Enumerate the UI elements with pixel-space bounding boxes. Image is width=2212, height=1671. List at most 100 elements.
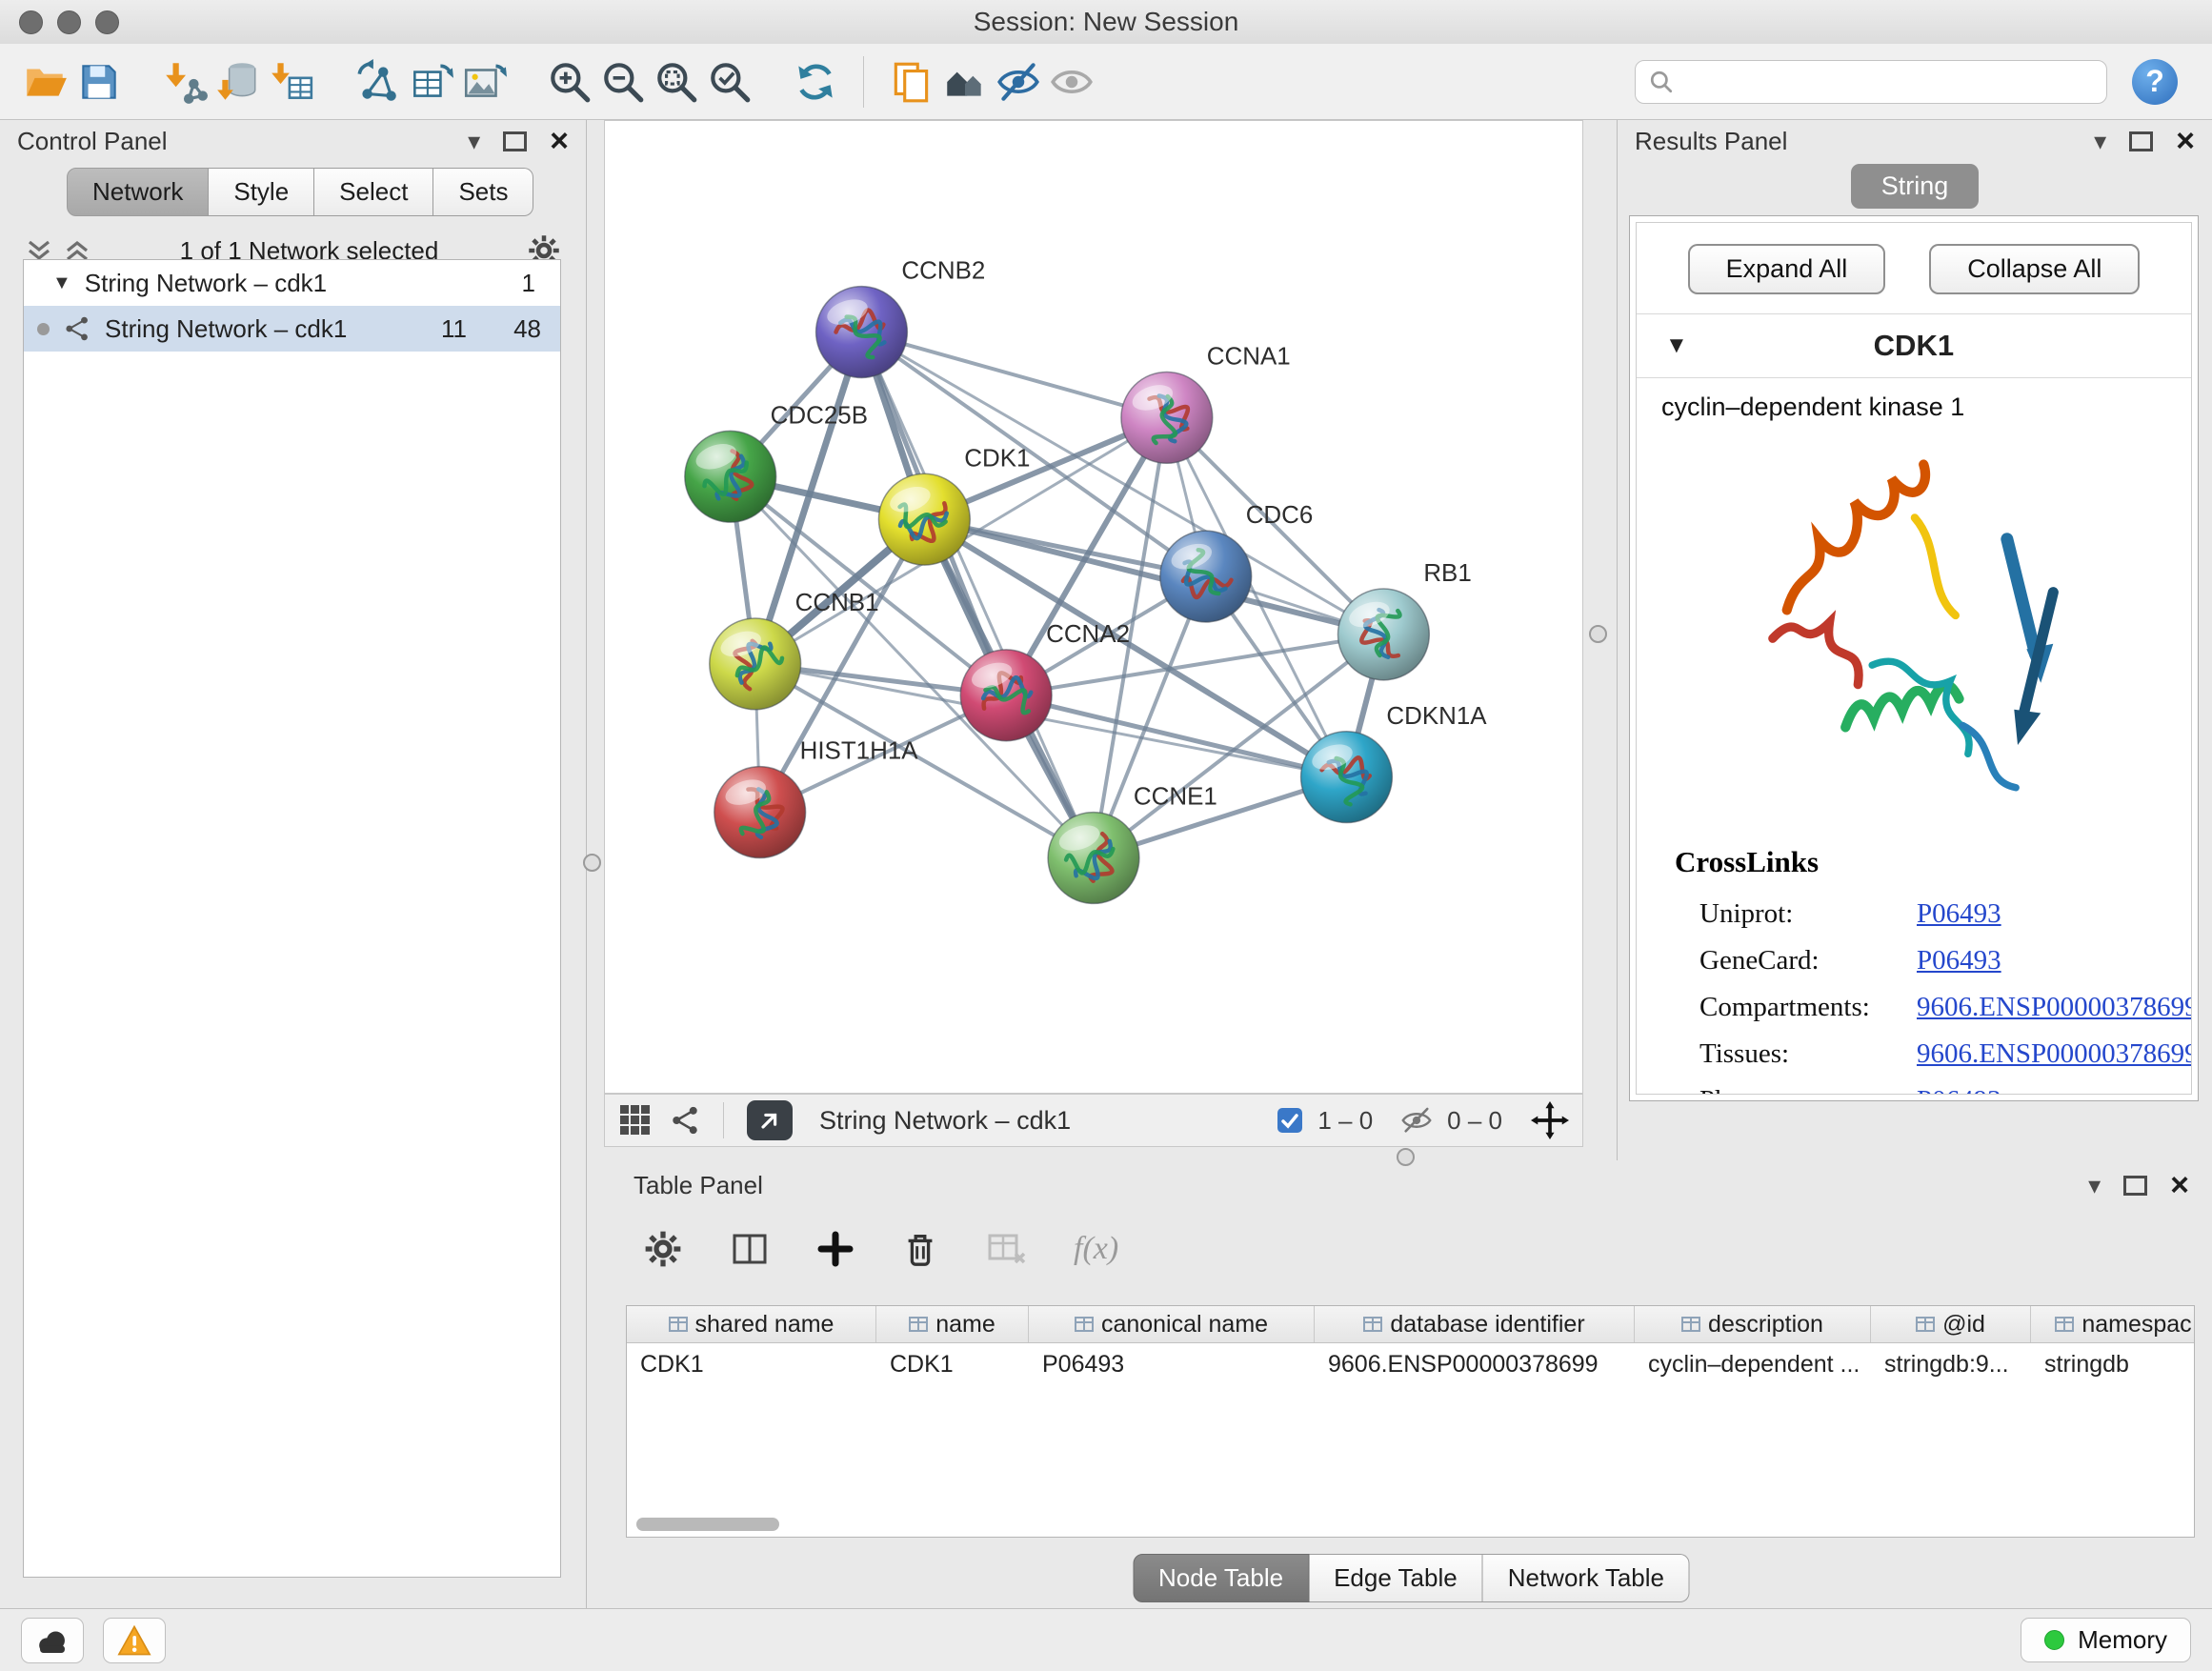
panel-maximize-icon[interactable] bbox=[2123, 1176, 2147, 1196]
hide-selected-icon[interactable] bbox=[992, 55, 1045, 109]
column-header[interactable]: shared name bbox=[627, 1306, 876, 1342]
birds-eye-view-icon[interactable] bbox=[618, 1103, 653, 1137]
open-session-icon[interactable] bbox=[19, 55, 72, 109]
column-header-label: shared name bbox=[695, 1311, 835, 1339]
panel-maximize-icon[interactable] bbox=[503, 131, 527, 151]
column-header[interactable]: canonical name bbox=[1029, 1306, 1315, 1342]
network-node-cdkn1a[interactable]: CDKN1A bbox=[1301, 703, 1488, 823]
panel-close-icon[interactable]: × bbox=[550, 125, 569, 157]
external-link-button[interactable] bbox=[747, 1100, 793, 1140]
expand-all-button[interactable]: Expand All bbox=[1688, 244, 1886, 294]
network-node-ccna1[interactable]: CCNA1 bbox=[1121, 343, 1291, 463]
cloud-button[interactable] bbox=[21, 1618, 84, 1663]
panel-close-icon[interactable]: × bbox=[2170, 1169, 2189, 1201]
network-node-rb1[interactable]: RB1 bbox=[1338, 560, 1472, 680]
warnings-button[interactable] bbox=[103, 1618, 166, 1663]
network-view-canvas[interactable]: CCNB2CCNA1CDC25BCDK1CDC6RB1CCNB1CCNA2CDK… bbox=[604, 120, 1583, 1094]
gear-icon[interactable] bbox=[643, 1229, 683, 1269]
column-header[interactable]: description bbox=[1635, 1306, 1871, 1342]
results-buttons-row: Expand All Collapse All bbox=[1637, 223, 2191, 313]
memory-button[interactable]: Memory bbox=[2021, 1618, 2191, 1662]
table-panel-header: Table Panel ▾ × bbox=[616, 1164, 2206, 1206]
column-header[interactable]: namespac bbox=[2031, 1306, 2195, 1342]
zoom-fit-icon[interactable] bbox=[650, 55, 703, 109]
network-edge[interactable] bbox=[861, 332, 1094, 858]
toolbar-separator bbox=[863, 56, 864, 108]
tab-node-table[interactable]: Node Table bbox=[1133, 1554, 1309, 1602]
tab-select[interactable]: Select bbox=[314, 168, 433, 216]
splitter-handle[interactable] bbox=[583, 854, 601, 872]
node-label: CCNB1 bbox=[795, 590, 879, 616]
network-node-ccne1[interactable]: CCNE1 bbox=[1048, 784, 1217, 904]
tab-sets[interactable]: Sets bbox=[433, 168, 533, 216]
collapse-all-button[interactable]: Collapse All bbox=[1929, 244, 2140, 294]
function-builder-icon: f(x) bbox=[1074, 1231, 1118, 1267]
crosslink-link[interactable]: P06493 bbox=[1917, 945, 2001, 976]
zoom-out-icon[interactable] bbox=[596, 55, 650, 109]
panel-float-icon[interactable]: ▾ bbox=[2088, 1173, 2101, 1198]
graphics-details-icon[interactable] bbox=[938, 55, 992, 109]
copy-document-icon[interactable] bbox=[885, 55, 938, 109]
tab-style[interactable]: Style bbox=[209, 168, 314, 216]
zoom-in-icon[interactable] bbox=[543, 55, 596, 109]
network-node-cdk1[interactable]: CDK1 bbox=[878, 445, 1030, 565]
table-toolbar: f(x) bbox=[616, 1206, 2206, 1280]
network-status-dot bbox=[37, 323, 50, 335]
save-session-icon[interactable] bbox=[72, 55, 126, 109]
import-network-database-icon[interactable] bbox=[211, 55, 265, 109]
crosslink-link[interactable]: P06493 bbox=[1917, 1085, 2001, 1095]
network-collection-row[interactable]: ▼ String Network – cdk1 1 bbox=[24, 260, 560, 306]
current-network-name: String Network – cdk1 bbox=[819, 1106, 1071, 1136]
tree-expander-icon[interactable]: ▼ bbox=[52, 272, 71, 294]
table-row[interactable]: CDK1CDK1P064939606.ENSP00000378699cyclin… bbox=[627, 1343, 2194, 1385]
node-label: RB1 bbox=[1423, 560, 1471, 587]
move-crosshair-icon[interactable] bbox=[1531, 1101, 1569, 1139]
panel-float-icon[interactable]: ▾ bbox=[468, 129, 480, 153]
table-cell: CDK1 bbox=[876, 1351, 1029, 1379]
network-node-hist1h1a[interactable]: HIST1H1A bbox=[714, 738, 918, 858]
horizontal-scrollbar[interactable] bbox=[636, 1518, 779, 1531]
network-row-selected[interactable]: String Network – cdk1 11 48 bbox=[24, 306, 560, 352]
tab-string[interactable]: String bbox=[1851, 164, 1980, 209]
show-all-icon[interactable] bbox=[1045, 55, 1098, 109]
splitter-handle[interactable] bbox=[1589, 625, 1607, 643]
export-image-icon[interactable] bbox=[457, 55, 511, 109]
column-header[interactable]: name bbox=[876, 1306, 1029, 1342]
panel-close-icon[interactable]: × bbox=[2176, 125, 2195, 157]
tab-network-table[interactable]: Network Table bbox=[1483, 1554, 1690, 1602]
refresh-icon[interactable] bbox=[789, 55, 842, 109]
panel-float-icon[interactable]: ▾ bbox=[2094, 129, 2106, 153]
column-header[interactable]: database identifier bbox=[1315, 1306, 1635, 1342]
network-edge[interactable] bbox=[924, 519, 1383, 634]
selected-checkbox-icon[interactable] bbox=[1276, 1106, 1304, 1135]
gene-section-header[interactable]: ▼ CDK1 bbox=[1637, 313, 2191, 378]
panel-maximize-icon[interactable] bbox=[2129, 131, 2153, 151]
network-from-selection-icon[interactable] bbox=[351, 55, 404, 109]
toolbar-separator bbox=[723, 1102, 724, 1138]
panel-controls: ▾ × bbox=[2088, 1169, 2189, 1201]
network-edge[interactable] bbox=[861, 332, 1166, 418]
network-graph[interactable]: CCNB2CCNA1CDC25BCDK1CDC6RB1CCNB1CCNA2CDK… bbox=[605, 121, 1582, 1093]
hidden-eye-icon[interactable] bbox=[1399, 1106, 1434, 1135]
help-icon[interactable]: ? bbox=[2132, 59, 2178, 105]
tab-network[interactable]: Network bbox=[67, 168, 209, 216]
tab-edge-table[interactable]: Edge Table bbox=[1309, 1554, 1483, 1602]
import-network-file-icon[interactable] bbox=[158, 55, 211, 109]
splitter-handle[interactable] bbox=[1397, 1148, 1415, 1166]
import-table-file-icon[interactable] bbox=[265, 55, 318, 109]
crosslink-link[interactable]: 9606.ENSP00000378699 bbox=[1917, 1038, 2192, 1070]
selected-count: 1 – 0 bbox=[1317, 1106, 1373, 1136]
search-input[interactable] bbox=[1683, 66, 2093, 97]
share-network-icon[interactable] bbox=[670, 1105, 700, 1136]
show-columns-icon[interactable] bbox=[729, 1229, 771, 1269]
crosslink-link[interactable]: P06493 bbox=[1917, 898, 2001, 930]
export-table-icon[interactable] bbox=[404, 55, 457, 109]
delete-column-icon[interactable] bbox=[900, 1229, 940, 1269]
add-column-icon[interactable] bbox=[816, 1230, 855, 1268]
section-expander-icon[interactable]: ▼ bbox=[1665, 332, 1688, 359]
protein-structure-figure bbox=[1637, 428, 2191, 828]
crosslink-link[interactable]: 9606.ENSP00000378699 bbox=[1917, 992, 2192, 1023]
column-header[interactable]: @id bbox=[1871, 1306, 2031, 1342]
zoom-selected-icon[interactable] bbox=[703, 55, 756, 109]
node-label: CCNB2 bbox=[901, 258, 985, 285]
